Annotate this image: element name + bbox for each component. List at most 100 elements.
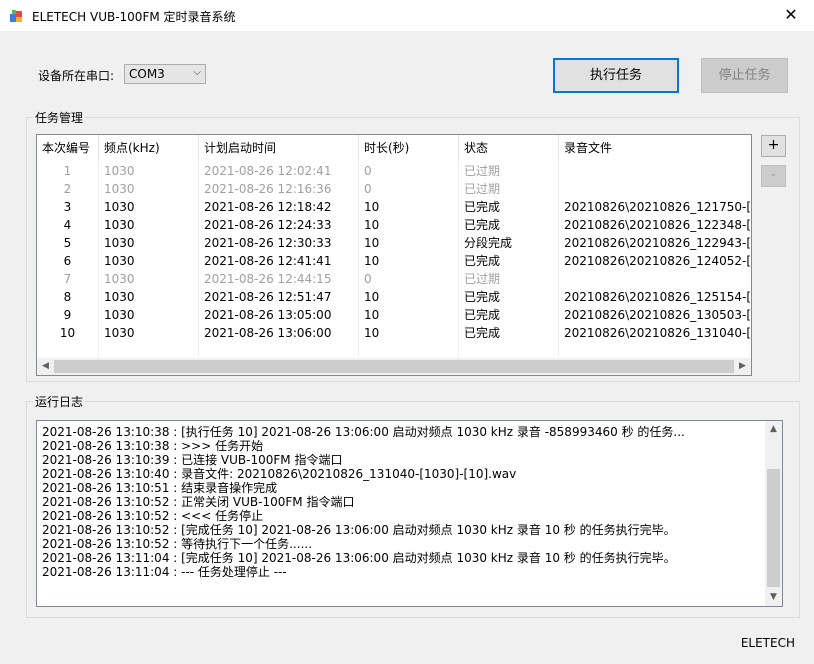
cell-status: 已完成 [459, 198, 559, 216]
cell-id: 10 [37, 324, 99, 342]
cell-file: 20210826\20210826_131040-[... [564, 326, 751, 340]
cell-id: 2 [37, 180, 99, 198]
port-label: 设备所在串口: [38, 69, 115, 83]
close-icon[interactable]: ✕ [768, 0, 814, 31]
table-row[interactable]: 8 1030 2021-08-26 12:51:47 10 已完成 20210826\20… [37, 288, 751, 306]
remove-task-button[interactable]: - [761, 165, 786, 187]
log-line: 2021-08-26 13:11:04 : --- 任务处理停止 --- [42, 565, 287, 579]
table-row[interactable]: 6 1030 2021-08-26 12:41:41 10 已完成 20210826\20… [37, 252, 751, 270]
cell-status: 已完成 [459, 252, 559, 270]
table-row[interactable]: 4 1030 2021-08-26 12:24:33 10 已完成 20210826\20… [37, 216, 751, 234]
cell-freq: 1030 [99, 288, 199, 306]
cell-duration: 0 [359, 180, 459, 198]
cell-id: 1 [37, 162, 99, 180]
task-list-header: 本次编号 频点(kHz) 计划启动时间 时长(秒) 状态 录音文件 [37, 135, 751, 162]
execute-task-button[interactable]: 执行任务 [553, 58, 679, 93]
task-list[interactable]: 本次编号 频点(kHz) 计划启动时间 时长(秒) 状态 录音文件 1 1030 2… [36, 134, 752, 376]
table-row[interactable]: 10 1030 2021-08-26 13:06:00 10 已完成 20210826\2… [37, 324, 751, 342]
chevron-down-icon: ⌵ [193, 67, 201, 78]
table-row[interactable]: 1 1030 2021-08-26 12:02:41 0 已过期 [37, 162, 751, 180]
cell-freq: 1030 [99, 252, 199, 270]
cell-id: 6 [37, 252, 99, 270]
log-line: 2021-08-26 13:10:51 : 结束录音操作完成 [42, 481, 278, 495]
log-textarea[interactable]: 2021-08-26 13:10:38 : [执行任务 10] 2021-08-… [36, 420, 783, 607]
cell-status: 已完成 [459, 306, 559, 324]
log-line: 2021-08-26 13:10:38 : >>> 任务开始 [42, 439, 264, 453]
port-select-value: COM3 [129, 67, 165, 81]
cell-freq: 1030 [99, 234, 199, 252]
scroll-up-icon[interactable]: ▲ [765, 421, 782, 438]
scroll-left-icon[interactable]: ◀ [37, 358, 54, 375]
column-header-status[interactable]: 状态 [459, 135, 559, 162]
cell-id: 8 [37, 288, 99, 306]
cell-duration: 10 [359, 216, 459, 234]
cell-status: 已完成 [459, 216, 559, 234]
cell-start: 2021-08-26 13:06:00 [199, 324, 359, 342]
table-row[interactable]: 7 1030 2021-08-26 12:44:15 0 已过期 [37, 270, 751, 288]
port-select[interactable]: COM3 ⌵ [124, 64, 206, 84]
log-line: 2021-08-26 13:10:52 : 等待执行下一个任务...... [42, 537, 313, 551]
cell-freq: 1030 [99, 270, 199, 288]
cell-start: 2021-08-26 12:02:41 [199, 162, 359, 180]
cell-status: 已过期 [459, 180, 559, 198]
log-line: 2021-08-26 13:10:52 : 正常关闭 VUB-100FM 指令端… [42, 495, 355, 509]
stop-task-button[interactable]: 停止任务 [701, 58, 788, 93]
cell-start: 2021-08-26 13:05:00 [199, 306, 359, 324]
cell-file: 20210826\20210826_124052-[... [564, 254, 751, 268]
cell-start: 2021-08-26 12:51:47 [199, 288, 359, 306]
scroll-down-icon[interactable]: ▼ [765, 589, 782, 606]
log-line: 2021-08-26 13:10:40 : 录音文件: 20210826\202… [42, 467, 517, 481]
cell-start: 2021-08-26 12:44:15 [199, 270, 359, 288]
column-header-id[interactable]: 本次编号 [37, 135, 99, 162]
cell-id: 7 [37, 270, 99, 288]
log-line: 2021-08-26 13:11:04 : [完成任务 10] 2021-08-… [42, 551, 676, 565]
column-header-duration[interactable]: 时长(秒) [359, 135, 459, 162]
cell-freq: 1030 [99, 180, 199, 198]
cell-start: 2021-08-26 12:24:33 [199, 216, 359, 234]
column-header-freq[interactable]: 频点(kHz) [99, 135, 199, 162]
log-group-title: 运行日志 [33, 393, 86, 410]
vscroll-thumb[interactable] [767, 469, 780, 587]
cell-start: 2021-08-26 12:16:36 [199, 180, 359, 198]
cell-id: 5 [37, 234, 99, 252]
table-row[interactable]: 2 1030 2021-08-26 12:16:36 0 已过期 [37, 180, 751, 198]
task-list-hscrollbar[interactable]: ◀ ▶ [37, 358, 751, 375]
cell-freq: 1030 [99, 216, 199, 234]
hscroll-thumb[interactable] [54, 360, 734, 373]
cell-id: 9 [37, 306, 99, 324]
title-bar: ELETECH VUB-100FM 定时录音系统 ✕ [0, 0, 814, 31]
window-title: ELETECH VUB-100FM 定时录音系统 [32, 10, 236, 24]
cell-duration: 10 [359, 198, 459, 216]
cell-file: 20210826\20210826_130503-[... [564, 308, 751, 322]
cell-id: 4 [37, 216, 99, 234]
scroll-right-icon[interactable]: ▶ [734, 358, 751, 375]
cell-freq: 1030 [99, 306, 199, 324]
cell-file: 20210826\20210826_125154-[... [564, 290, 751, 304]
cell-status: 已完成 [459, 288, 559, 306]
table-row[interactable]: 9 1030 2021-08-26 13:05:00 10 已完成 20210826\20… [37, 306, 751, 324]
cell-start: 2021-08-26 12:30:33 [199, 234, 359, 252]
add-task-button[interactable]: + [761, 135, 786, 157]
column-header-start[interactable]: 计划启动时间 [199, 135, 359, 162]
log-line: 2021-08-26 13:10:52 : <<< 任务停止 [42, 509, 264, 523]
log-line: 2021-08-26 13:10:38 : [执行任务 10] 2021-08-… [42, 425, 685, 439]
table-row[interactable]: 3 1030 2021-08-26 12:18:42 10 已完成 20210826\20… [37, 198, 751, 216]
log-line: 2021-08-26 13:10:39 : 已连接 VUB-100FM 指令端口 [42, 453, 343, 467]
cell-duration: 10 [359, 306, 459, 324]
cell-start: 2021-08-26 12:18:42 [199, 198, 359, 216]
table-row[interactable]: 5 1030 2021-08-26 12:30:33 10 分段完成 20210826\2… [37, 234, 751, 252]
cell-status: 已完成 [459, 324, 559, 342]
cell-file [559, 162, 751, 180]
log-vscrollbar[interactable]: ▲ ▼ [765, 421, 782, 606]
cell-duration: 0 [359, 162, 459, 180]
cell-freq: 1030 [99, 162, 199, 180]
cell-file [559, 180, 751, 198]
cell-file [559, 270, 751, 288]
cell-file: 20210826\20210826_122943-[... [564, 236, 751, 250]
cell-status: 分段完成 [459, 234, 559, 252]
cell-duration: 0 [359, 270, 459, 288]
cell-duration: 10 [359, 324, 459, 342]
column-header-file[interactable]: 录音文件 [559, 135, 751, 162]
cell-file: 20210826\20210826_121750-[... [564, 200, 751, 214]
cell-duration: 10 [359, 234, 459, 252]
